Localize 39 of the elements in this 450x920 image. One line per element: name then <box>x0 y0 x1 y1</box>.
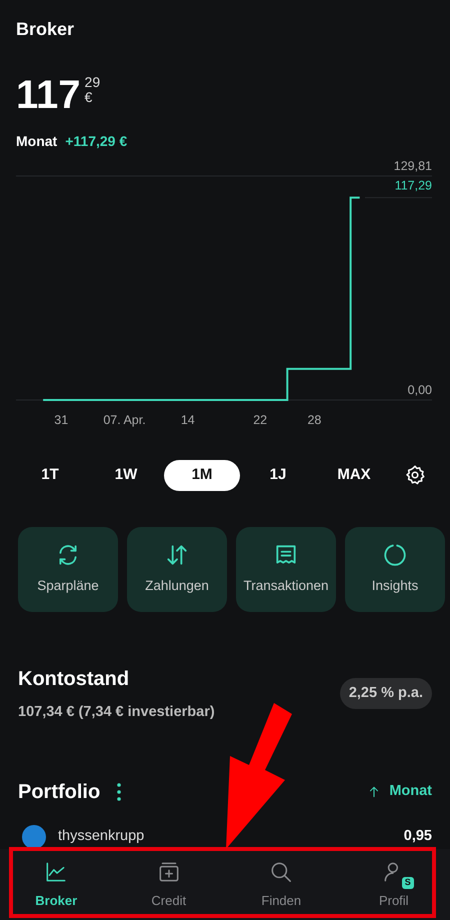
section-title: Kontostand <box>18 666 130 692</box>
currency-symbol: € <box>84 90 94 106</box>
shortcut-tile[interactable]: Insights <box>345 526 445 612</box>
holding-name[interactable]: thyssenkrupp <box>58 826 392 848</box>
range-tab[interactable]: 1W <box>88 460 164 490</box>
page-title: Broker <box>16 18 76 41</box>
nav-tab[interactable]: Credit <box>118 858 219 910</box>
balance-detail: 107,34 € (7,34 € investierbar) <box>18 702 215 722</box>
range-tab[interactable]: 1M <box>164 460 240 490</box>
more-icon[interactable] <box>116 782 122 802</box>
balance-amount: 117 <box>16 75 81 115</box>
y-axis-label: 129,81 <box>394 159 432 173</box>
x-axis-label: 07. Apr. <box>103 413 146 427</box>
section-title: Portfolio <box>18 780 100 806</box>
y-axis-label: 0,00 <box>408 383 432 397</box>
shortcut-tile[interactable]: Sparpläne <box>18 526 118 612</box>
nav-tab[interactable]: S Profil <box>344 858 444 910</box>
performance-change: +117,29 € <box>65 132 128 151</box>
period-label: Monat <box>16 132 58 151</box>
range-tab[interactable]: 1T <box>12 460 88 490</box>
holding-value: 0,95 <box>404 827 432 846</box>
settings-icon[interactable] <box>404 464 426 486</box>
interest-rate-badge: 2,25 % p.a. <box>340 678 432 710</box>
nav-tab[interactable]: Finden <box>231 858 332 910</box>
current-value-label: 117,29 <box>394 178 432 193</box>
badge-label: S <box>402 876 414 889</box>
x-axis-label: 14 <box>180 413 195 427</box>
x-axis-label: 31 <box>54 413 68 427</box>
balance-cents: 29 <box>84 75 100 90</box>
x-axis-label: 28 <box>307 413 322 427</box>
range-tab[interactable]: 1J <box>240 460 316 490</box>
logo-icon <box>22 825 46 850</box>
nav-tab[interactable]: Broker <box>6 858 106 910</box>
shortcut-tile[interactable]: Transaktionen <box>236 526 336 612</box>
x-axis-label: 22 <box>253 413 268 427</box>
sort-button[interactable]: Monat <box>367 781 432 804</box>
ring-icon <box>382 542 408 568</box>
range-tab[interactable]: MAX <box>316 460 392 490</box>
shortcut-tile[interactable]: Zahlungen <box>127 526 227 612</box>
